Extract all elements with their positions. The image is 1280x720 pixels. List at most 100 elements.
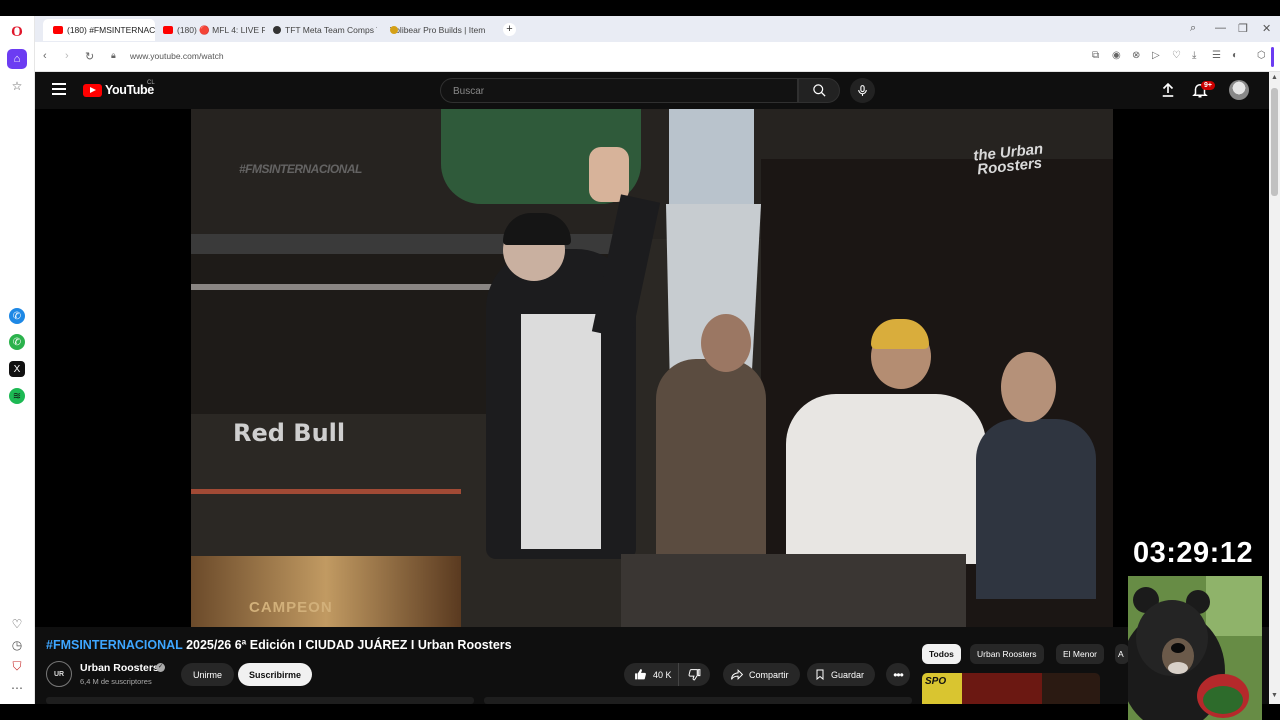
watch-metadata: #FMSINTERNACIONAL 2025/26 6ª Edición I C…: [35, 627, 1269, 704]
title-text: 2025/26 6ª Edición I CIUDAD JUÁREZ I Urb…: [182, 638, 512, 652]
bottom-letterbox: [0, 704, 1280, 720]
rapper-shirt: [521, 314, 601, 549]
related-video-thumbnail[interactable]: SPO: [922, 673, 1100, 704]
bookmark-icon: [816, 669, 824, 681]
scroll-down-arrow-icon[interactable]: ▼: [1271, 692, 1278, 699]
share-label: Compartir: [749, 669, 789, 680]
spotify-icon[interactable]: ≋: [9, 388, 25, 404]
fms-watermark: #FMSINTERNACIONAL: [239, 162, 362, 176]
share-button[interactable]: Compartir: [723, 663, 800, 686]
redbull-logo: Red Bull: [233, 419, 346, 447]
profile-icon[interactable]: ◐: [1232, 50, 1238, 61]
search-input[interactable]: [453, 83, 783, 99]
more-icon[interactable]: ⋯: [7, 678, 27, 698]
like-dislike-group: 40 K: [624, 663, 710, 686]
campeon-screen: [191, 556, 461, 627]
chip-more[interactable]: A: [1115, 644, 1129, 664]
microphone-icon: [858, 85, 867, 96]
tab-tft[interactable]: TFT Meta Team Comps Tier: [263, 19, 377, 41]
tab-mfl[interactable]: (180) 🔴 MFL 4: LIVE FIGHT: [153, 19, 265, 41]
back-icon[interactable]: ‹: [43, 50, 47, 62]
dislike-button[interactable]: [679, 663, 710, 686]
thumbs-up-icon: [635, 669, 646, 680]
person-white-tee: [786, 394, 986, 564]
search-icon: [812, 84, 826, 97]
youtube-logo[interactable]: YouTube: [83, 83, 154, 97]
person-brown-jacket: [656, 359, 766, 559]
upload-icon[interactable]: [1159, 81, 1177, 99]
loading-placeholder: [46, 697, 474, 704]
scroll-up-arrow-icon[interactable]: ▲: [1271, 74, 1278, 81]
star-icon[interactable]: ☆: [7, 76, 27, 96]
youtube-page: YouTube CL 9+: [35, 72, 1269, 704]
like-count: 40 K: [653, 669, 672, 680]
like-button[interactable]: 40 K: [624, 663, 679, 686]
play-icon[interactable]: ▷: [1152, 50, 1160, 61]
search-tabs-icon[interactable]: ⌕: [1190, 22, 1196, 35]
minimize-icon[interactable]: —: [1215, 22, 1226, 34]
tab-strip: (180) #FMSINTERNACIONAL (180) 🔴 MFL 4: L…: [35, 16, 1280, 42]
chip-all[interactable]: Todos: [922, 644, 961, 664]
easy-setup-icon[interactable]: ☰: [1212, 50, 1221, 61]
opera-logo-icon[interactable]: O: [7, 22, 27, 42]
new-tab-button[interactable]: +: [503, 23, 516, 36]
thumbs-down-icon: [688, 669, 701, 681]
vpn-icon[interactable]: ⊗: [1132, 50, 1140, 61]
save-button[interactable]: Guardar: [807, 663, 876, 686]
youtube-favicon-icon: [163, 26, 173, 34]
channel-name[interactable]: Urban Roosters: [80, 662, 159, 674]
user-avatar[interactable]: [1229, 80, 1249, 100]
bear-webcam-overlay: [1128, 576, 1262, 720]
close-icon[interactable]: ✕: [1262, 22, 1271, 35]
video-player[interactable]: #FMSINTERNACIONAL Red Bull the Urban Roo…: [35, 109, 1269, 627]
heart-icon[interactable]: ♡: [7, 614, 27, 634]
urban-roosters-logo: the Urban Roosters: [973, 140, 1046, 178]
chip-urban-roosters[interactable]: Urban Roosters: [970, 644, 1044, 664]
url-field[interactable]: www.youtube.com/watch: [130, 51, 224, 61]
channel-avatar[interactable]: UR: [46, 661, 72, 687]
loading-placeholder: [484, 697, 912, 704]
voice-search-button[interactable]: [850, 78, 875, 103]
bookmark-heart-icon[interactable]: ♡: [1172, 50, 1181, 61]
opera-accent-bar: [1271, 47, 1274, 67]
subscribe-button[interactable]: Suscribirme: [238, 663, 313, 686]
search-button[interactable]: [798, 78, 840, 103]
tft-favicon-icon: [273, 26, 281, 34]
join-button[interactable]: Unirme: [181, 663, 235, 686]
history-icon[interactable]: ◷: [7, 635, 27, 655]
messenger-icon[interactable]: ✆: [9, 308, 25, 324]
save-label: Guardar: [831, 669, 865, 680]
camera-icon[interactable]: ◉: [1112, 50, 1121, 61]
tab-fms[interactable]: (180) #FMSINTERNACIONAL: [43, 19, 155, 41]
verified-check-icon: ✓: [156, 663, 165, 672]
lower-screen: [621, 554, 966, 627]
title-hashtag-link[interactable]: #FMSINTERNACIONAL: [46, 638, 183, 652]
home-icon[interactable]: ⌂: [7, 49, 27, 69]
shield-icon[interactable]: ⛉: [7, 656, 27, 676]
lock-icon: 🔒︎: [111, 50, 116, 60]
restore-icon[interactable]: ❐: [1238, 22, 1248, 35]
tab-volibear[interactable]: Volibear Pro Builds | Item: [380, 19, 496, 41]
stage-stripe: [191, 489, 461, 494]
person-grey-jacket: [976, 419, 1096, 599]
chip-el-menor[interactable]: El Menor: [1056, 644, 1105, 664]
x-twitter-icon[interactable]: X: [9, 361, 25, 377]
whatsapp-icon[interactable]: ✆: [9, 334, 25, 350]
youtube-play-icon: [83, 83, 102, 97]
tab-label: Volibear Pro Builds | Item: [390, 25, 486, 35]
masthead: YouTube CL 9+: [35, 72, 1269, 109]
pip-icon[interactable]: ⧉: [1092, 50, 1099, 61]
youtube-favicon-icon: [53, 26, 63, 34]
reload-icon[interactable]: ↻: [85, 50, 94, 63]
scrollbar-thumb[interactable]: [1271, 88, 1278, 196]
volibear-favicon-icon: [390, 26, 398, 34]
extensions-icon[interactable]: ⬡: [1257, 50, 1266, 61]
download-icon[interactable]: ⤓: [1192, 50, 1196, 61]
bear-image: [1128, 576, 1262, 720]
hamburger-menu-icon[interactable]: [52, 83, 66, 95]
more-actions-button[interactable]: •••: [886, 663, 910, 686]
video-title: #FMSINTERNACIONAL 2025/26 6ª Edición I C…: [46, 638, 512, 652]
address-bar: ‹ › ↻ 🔒︎ www.youtube.com/watch ⧉ ◉ ⊗ ▷ ♡…: [35, 42, 1280, 72]
forward-icon[interactable]: ›: [65, 50, 69, 62]
video-frame[interactable]: #FMSINTERNACIONAL Red Bull the Urban Roo…: [191, 109, 1113, 627]
